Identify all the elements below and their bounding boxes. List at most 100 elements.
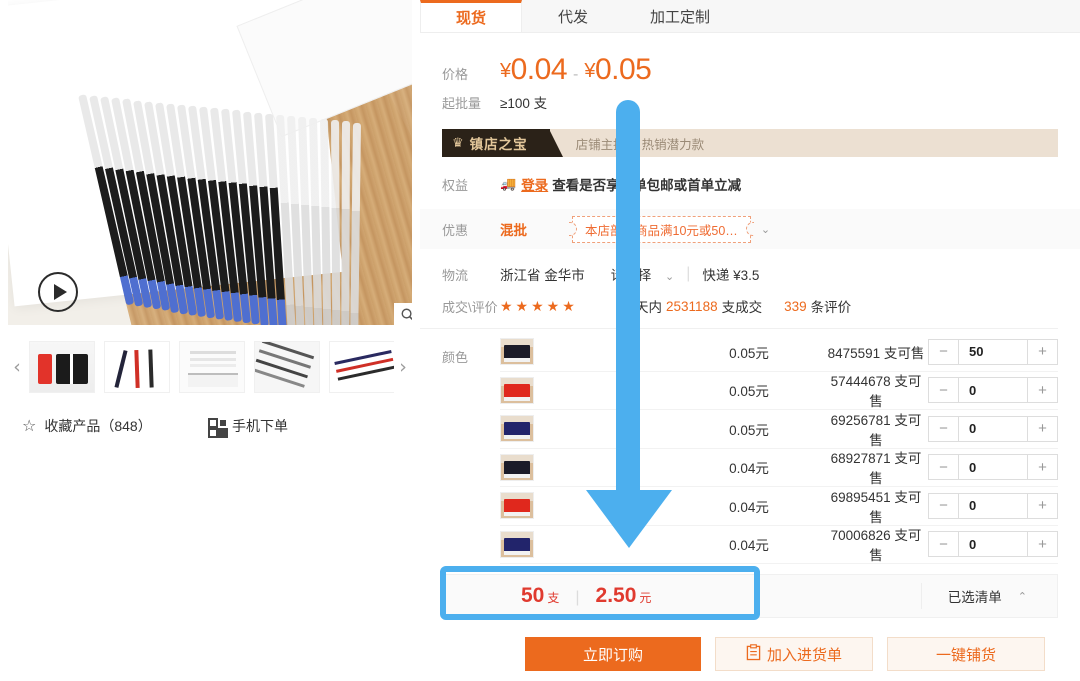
- quantity-increase-button[interactable]: +: [1027, 416, 1057, 441]
- thumbnail-item[interactable]: [254, 341, 320, 393]
- shop-treasure-banner: ♛ 镇店之宝 店铺主推品 热销潜力款: [442, 129, 1058, 157]
- tab-in-stock[interactable]: 现货: [420, 0, 522, 32]
- deal-period: 30天内: [620, 300, 663, 315]
- price-range-dash: -: [573, 66, 579, 83]
- quantity-decrease-button[interactable]: −: [929, 455, 959, 480]
- sku-row[interactable]: 0.04元 69895451 支可售 −0 +: [500, 487, 1058, 526]
- pen-refills-cluster: [78, 94, 408, 325]
- promo-row: 优惠 混批 本店部分商品满10元或50… ⌄: [420, 209, 1080, 249]
- coupon-chip[interactable]: 本店部分商品满10元或50…: [572, 215, 751, 243]
- color-swatch-blue[interactable]: [500, 530, 534, 558]
- sku-row[interactable]: 0.04元 68927871 支可售 −0 +: [500, 449, 1058, 487]
- qrcode-icon: [208, 418, 224, 438]
- sku-row[interactable]: 0.05元 69256781 支可售 −0 +: [500, 410, 1058, 449]
- favorite-product-button[interactable]: ☆ 收藏产品（848）: [8, 416, 208, 436]
- quantity-decrease-button[interactable]: −: [929, 339, 959, 364]
- mobile-order-button[interactable]: 手机下单: [208, 416, 288, 438]
- quantity-decrease-button[interactable]: −: [929, 416, 959, 441]
- magnifier-icon[interactable]: [394, 303, 412, 325]
- sku-row[interactable]: 0.04元 70006826 支可售 −0 +: [500, 526, 1058, 564]
- thumbnail-item[interactable]: [104, 341, 170, 393]
- sku-price: 0.05元: [729, 345, 769, 361]
- quantity-decrease-button[interactable]: −: [929, 532, 959, 557]
- quantity-decrease-button[interactable]: −: [929, 493, 959, 518]
- add-to-purchase-list-button[interactable]: 加入进货单: [715, 637, 873, 671]
- sku-stock: 70006826 支可售: [830, 528, 922, 564]
- review-count[interactable]: 339: [784, 299, 807, 314]
- sku-price: 0.04元: [729, 461, 769, 477]
- price-max: ¥0.05: [584, 53, 652, 87]
- currency-symbol-max: ¥: [584, 60, 595, 82]
- crown-icon: ♛: [452, 135, 465, 150]
- sku-price: 0.05元: [729, 384, 769, 400]
- sku-row[interactable]: 0.05元 8475591 支可售 −50 +: [500, 333, 1058, 372]
- quantity-value[interactable]: 50: [959, 340, 1027, 364]
- quantity-increase-button[interactable]: +: [1027, 455, 1057, 480]
- product-gallery: ‹ › ☆ 收藏产品（848） 手机下单: [0, 0, 420, 681]
- shop-treasure-badge: ♛ 镇店之宝: [442, 129, 563, 157]
- deal-count: 2531188: [666, 298, 718, 314]
- pen-refill: [341, 121, 350, 325]
- moq-label: 起批量: [442, 95, 482, 111]
- mobile-order-label: 手机下单: [232, 418, 288, 434]
- clipboard-icon: [746, 643, 761, 665]
- rating-stars-icon: ★★★★★: [500, 297, 578, 314]
- thumbnail-item[interactable]: [329, 341, 394, 393]
- sku-rows: 0.05元 8475591 支可售 −50 +0.05元 57444678 支可售 −0 +…: [500, 333, 1080, 564]
- quantity-increase-button[interactable]: +: [1027, 532, 1057, 557]
- thumbnail-prev-arrow[interactable]: ‹: [8, 356, 26, 378]
- color-swatch-red[interactable]: [500, 376, 534, 404]
- sku-price: 0.04元: [729, 538, 769, 554]
- chevron-up-icon: ⌃: [1017, 590, 1027, 603]
- deal-label: 成交\评价: [442, 299, 498, 315]
- quantity-value[interactable]: 0: [959, 455, 1027, 479]
- quantity-stepper[interactable]: −0 +: [928, 415, 1058, 442]
- favorite-label: 收藏产品（848）: [44, 418, 152, 434]
- play-icon[interactable]: [38, 272, 78, 312]
- purchase-mode-tabs: 现货 代发 加工定制: [420, 0, 1080, 33]
- tab-custom-made[interactable]: 加工定制: [624, 0, 737, 32]
- main-product-image[interactable]: [8, 0, 412, 325]
- quantity-stepper[interactable]: −50 +: [928, 338, 1058, 365]
- order-now-button[interactable]: 立即订购: [525, 637, 701, 671]
- address-select[interactable]: 请选择 ⌄: [611, 264, 674, 284]
- price-label: 价格: [442, 67, 469, 82]
- sku-row[interactable]: 0.05元 57444678 支可售 −0 +: [500, 372, 1058, 410]
- chevron-down-icon[interactable]: ⌄: [761, 223, 770, 236]
- quantity-stepper[interactable]: −0 +: [928, 454, 1058, 481]
- quantity-increase-button[interactable]: +: [1027, 378, 1057, 403]
- selected-list-toggle[interactable]: 已选清单 ⌃: [920, 583, 1057, 609]
- quantity-value[interactable]: 0: [959, 494, 1027, 518]
- quantity-value[interactable]: 0: [959, 378, 1027, 402]
- thumbnail-next-arrow[interactable]: ›: [394, 356, 412, 378]
- benefit-row: 权益 🚚 登录 查看是否享首单包邮或首单立减: [420, 171, 1080, 197]
- total-qty: 50: [521, 584, 545, 607]
- total-qty-unit: 支: [547, 591, 560, 605]
- login-link[interactable]: 登录: [521, 174, 548, 194]
- quantity-increase-button[interactable]: +: [1027, 339, 1057, 364]
- color-swatch-black[interactable]: [500, 453, 534, 481]
- deal-count-suffix: 支成交: [721, 300, 763, 315]
- sku-stock: 8475591 支可售: [827, 345, 925, 361]
- quantity-increase-button[interactable]: +: [1027, 493, 1057, 518]
- color-swatch-blue[interactable]: [500, 415, 534, 443]
- quantity-stepper[interactable]: −0 +: [928, 492, 1058, 519]
- quantity-stepper[interactable]: −0 +: [928, 531, 1058, 558]
- quantity-value[interactable]: 0: [959, 417, 1027, 441]
- color-swatch-red[interactable]: [500, 492, 534, 520]
- price-min-value: 0.04: [510, 53, 568, 86]
- address-select-label: 请选择: [610, 268, 652, 283]
- tab-dropship[interactable]: 代发: [522, 0, 624, 32]
- thumbnail-item[interactable]: [29, 341, 95, 393]
- product-detail-page: ‹ › ☆ 收藏产品（848） 手机下单 现货 代发 加工定制 价格 ¥0.04…: [0, 0, 1080, 681]
- total-amount-unit: 元: [639, 591, 652, 605]
- one-click-distribute-button[interactable]: 一键铺货: [887, 637, 1045, 671]
- quantity-value[interactable]: 0: [959, 532, 1027, 556]
- quantity-stepper[interactable]: −0 +: [928, 377, 1058, 404]
- quantity-decrease-button[interactable]: −: [929, 378, 959, 403]
- add-to-purchase-list-label: 加入进货单: [766, 646, 842, 664]
- sku-label: 颜色: [442, 350, 469, 365]
- color-swatch-black[interactable]: [500, 338, 534, 366]
- thumbnail-item[interactable]: [179, 341, 245, 393]
- product-info: 价格 ¥0.04 - ¥0.05 起批量 ≥100 支 ♛ 镇店之宝 店铺主推品…: [420, 33, 1080, 671]
